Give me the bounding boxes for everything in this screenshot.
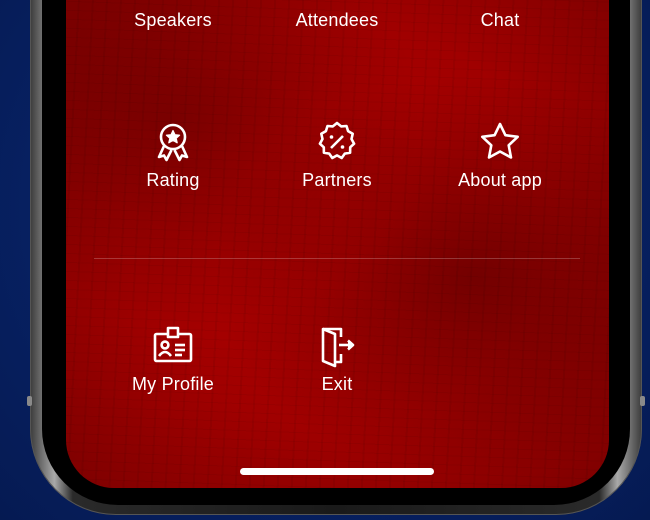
menu-divider (94, 258, 580, 259)
menu-item-my-profile[interactable]: My Profile (98, 324, 248, 395)
menu-item-chat[interactable]: Chat (425, 10, 575, 31)
menu-item-attendees[interactable]: Attendees (262, 10, 412, 31)
home-indicator[interactable] (240, 468, 434, 475)
menu-item-label: My Profile (131, 374, 214, 394)
menu-item-label: Chat (480, 10, 520, 30)
menu-item-speakers[interactable]: Speakers (98, 10, 248, 31)
discount-badge-icon (318, 121, 356, 160)
menu-item-exit[interactable]: Exit (262, 324, 412, 395)
menu-item-about-app[interactable]: About app (425, 120, 575, 191)
id-card-icon (153, 326, 193, 363)
exit-door-icon (321, 327, 355, 368)
menu-item-label: Speakers (134, 10, 212, 30)
star-icon (481, 122, 519, 159)
award-badge-icon (157, 123, 189, 162)
menu-item-label: Rating (146, 170, 200, 190)
menu-item-partners[interactable]: Partners (262, 120, 412, 191)
menu-item-label: About app (458, 170, 542, 190)
app-screen: Speakers Attendees Chat Rating Partners … (66, 0, 609, 488)
menu-item-label: Attendees (295, 10, 379, 30)
phone-side-button-right (640, 396, 645, 406)
menu-item-label: Exit (321, 374, 353, 394)
menu-item-label: Partners (302, 170, 372, 190)
phone-side-button-left (27, 396, 32, 406)
menu-item-rating[interactable]: Rating (98, 120, 248, 191)
